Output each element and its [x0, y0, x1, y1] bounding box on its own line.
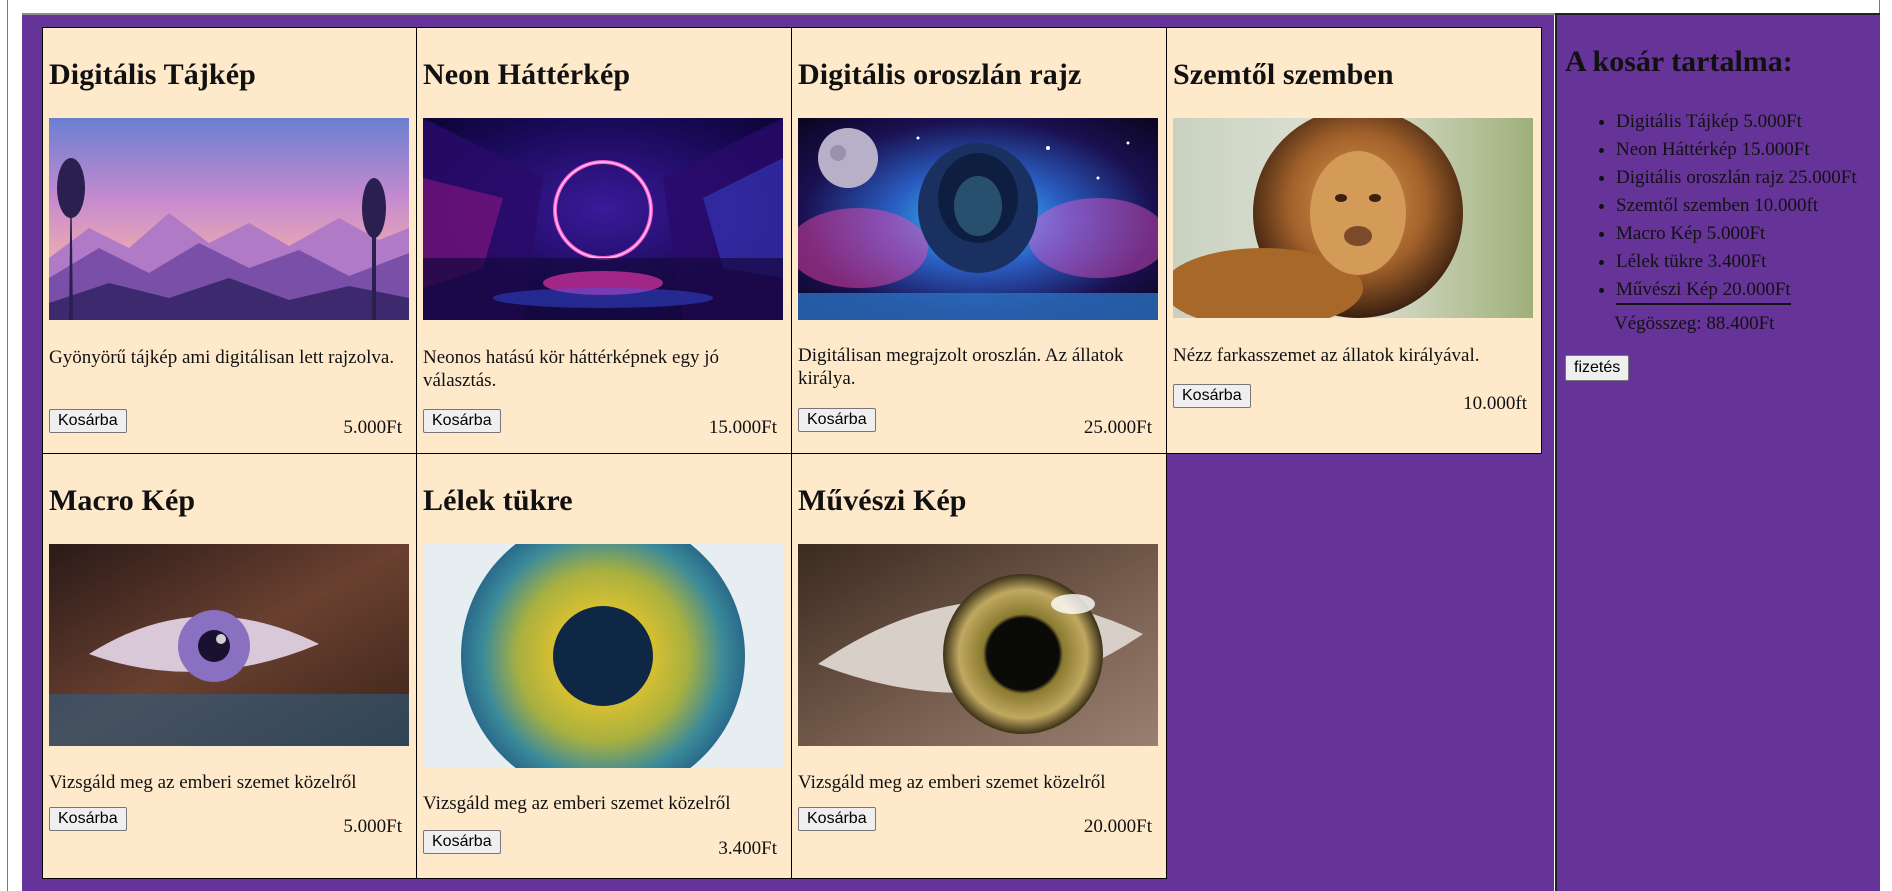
- product-card: Macro Kép Vizsgáld meg az emberi szemet …: [42, 454, 417, 879]
- cart-item: Lélek tükre 3.400Ft: [1616, 248, 1857, 276]
- product-card: Digitális oroszlán rajz Digitálisan megr…: [792, 27, 1167, 454]
- cart-item: Digitális oroszlán rajz 25.000Ft: [1616, 164, 1857, 192]
- product-grid: Digitális Tájkép Gyönyörű tájkép ami dig…: [42, 27, 1542, 879]
- landscape-image: [49, 118, 409, 320]
- macro-eye-image: [49, 544, 409, 746]
- product-description: Neonos hatású kör háttérképnek egy jó vá…: [423, 347, 719, 391]
- product-description: Gyönyörű tájkép ami digitálisan lett raj…: [49, 347, 395, 368]
- cart-panel: A kosár tartalma: Digitális Tájkép 5.000…: [1555, 13, 1880, 891]
- product-price: 10.000ft: [1463, 393, 1527, 414]
- product-price: 5.000Ft: [343, 816, 402, 837]
- product-card: Művészi Kép Vizsgáld meg az emberi szeme…: [792, 454, 1167, 879]
- product-area: Digitális Tájkép Gyönyörű tájkép ami dig…: [22, 15, 1554, 891]
- product-price: 15.000Ft: [708, 417, 777, 438]
- add-to-cart-button[interactable]: Kosárba: [798, 807, 876, 831]
- product-description: Vizsgáld meg az emberi szemet közelről: [798, 772, 1106, 793]
- cart-item: Szemtől szemben 10.000ft: [1616, 192, 1857, 220]
- cart-item: Művészi Kép 20.000Ft: [1616, 276, 1857, 305]
- product-title: Digitális oroszlán rajz: [798, 58, 1082, 91]
- pay-button[interactable]: fizetés: [1565, 355, 1630, 381]
- add-to-cart-button[interactable]: Kosárba: [798, 408, 876, 432]
- product-title: Digitális Tájkép: [49, 58, 256, 91]
- product-description: Digitálisan megrajzolt oroszlán. Az álla…: [798, 345, 1124, 389]
- cart-item: Macro Kép 5.000Ft: [1616, 220, 1857, 248]
- cart-total: Végösszeg: 88.400Ft: [1614, 313, 1775, 334]
- lion-photo-image: [1173, 118, 1533, 318]
- product-card: Szemtől szemben Nézz farkasszemet az áll…: [1167, 27, 1542, 454]
- product-description: Vizsgáld meg az emberi szemet közelről: [49, 772, 357, 793]
- product-title: Macro Kép: [49, 484, 196, 517]
- cart-item-label: Művészi Kép 20.000Ft: [1616, 277, 1791, 305]
- product-title: Művészi Kép: [798, 484, 967, 517]
- cart-list: Digitális Tájkép 5.000Ft Neon Háttérkép …: [1565, 108, 1857, 305]
- product-description: Vizsgáld meg az emberi szemet közelről: [423, 793, 731, 814]
- add-to-cart-button[interactable]: Kosárba: [49, 409, 127, 433]
- brown-eye-image: [798, 544, 1158, 746]
- product-price: 3.400Ft: [718, 838, 777, 859]
- product-price: 25.000Ft: [1083, 417, 1152, 438]
- add-to-cart-button[interactable]: Kosárba: [423, 830, 501, 854]
- add-to-cart-button[interactable]: Kosárba: [423, 409, 501, 433]
- add-to-cart-button[interactable]: Kosárba: [49, 807, 127, 831]
- product-price: 20.000Ft: [1083, 816, 1152, 837]
- product-price: 5.000Ft: [343, 417, 402, 438]
- product-card: Lélek tükre Vizsgáld meg az emberi szeme: [417, 454, 792, 879]
- product-card: Digitális Tájkép Gyönyörű tájkép ami dig…: [42, 27, 417, 454]
- product-title: Neon Háttérkép: [423, 58, 631, 91]
- cart-item: Digitális Tájkép 5.000Ft: [1616, 108, 1857, 136]
- cart-item: Neon Háttérkép 15.000Ft: [1616, 136, 1857, 164]
- browser-page: Digitális Tájkép Gyönyörű tájkép ami dig…: [7, 0, 1880, 891]
- product-card: Neon Háttérkép Neonos hatású kör háttérk…: [417, 27, 792, 454]
- digital-lion-image: [798, 118, 1158, 320]
- cart-title: A kosár tartalma:: [1565, 45, 1793, 78]
- product-title: Lélek tükre: [423, 484, 573, 517]
- iris-image: [423, 544, 783, 768]
- add-to-cart-button[interactable]: Kosárba: [1173, 384, 1251, 408]
- product-title: Szemtől szemben: [1173, 58, 1394, 91]
- product-description: Nézz farkasszemet az állatok királyával.: [1173, 345, 1480, 366]
- neon-ring-image: [423, 118, 783, 320]
